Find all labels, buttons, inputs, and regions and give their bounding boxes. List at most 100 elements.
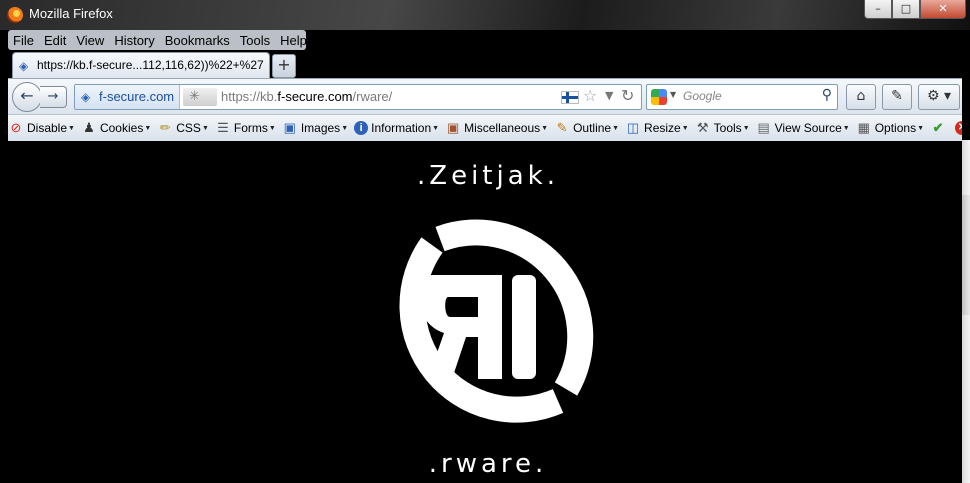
toolbar-label: Information (371, 121, 432, 135)
dropdown-arrow-icon: ▼ (432, 124, 440, 132)
menu-edit[interactable]: Edit (39, 33, 71, 48)
navigation-bar: ← → ◈ f-secure.com ✳ https://kb.f-secure… (8, 78, 962, 115)
toolbar-disable[interactable]: ⊘ Disable ▼ (8, 120, 75, 136)
toolbar-label: Outline (573, 121, 612, 135)
web-developer-toolbar: ⊘ Disable ▼ ♟ Cookies ▼ ✏ CSS ▼ ☰ Forms ▼ ▣ Image… (8, 114, 962, 142)
options-icon: ▦ (857, 120, 870, 135)
menu-help[interactable]: Help (275, 33, 312, 48)
toolbar-label: Images (300, 121, 341, 135)
search-engine-dropdown-icon[interactable]: ▼ (670, 90, 676, 99)
browser-window: Mozilla Firefox – □ ✕ File Edit View His… (0, 0, 970, 483)
finland-flag-icon[interactable] (561, 91, 579, 104)
menu-view[interactable]: View (71, 33, 109, 48)
toolbar-label: View Source (774, 121, 842, 135)
window-controls: – □ ✕ (864, 0, 966, 20)
toolbar-label: Forms (233, 121, 268, 135)
toolbar-label: Tools (713, 121, 742, 135)
bookmark-icon: ✎ (891, 88, 903, 104)
toolbar-view-source[interactable]: ▤ View Source ▼ (756, 120, 849, 136)
shield-icon: ◈ (81, 90, 91, 104)
status-errors[interactable]: ✕ (955, 121, 962, 135)
loading-throbber: ✳ (183, 88, 217, 106)
search-icon[interactable]: ⚲ (822, 87, 832, 103)
reload-icon[interactable]: ↻ (621, 86, 634, 105)
addon-icon: ⚙ ▾ (926, 88, 952, 104)
new-tab-button[interactable]: + (272, 54, 296, 78)
scrollbar-thumb[interactable] (962, 195, 970, 315)
back-arrow-icon: ← (20, 86, 34, 105)
title-bar: Mozilla Firefox – □ ✕ (0, 0, 970, 30)
google-icon[interactable] (651, 89, 667, 105)
toolbar-resize[interactable]: ◫ Resize ▼ (625, 120, 689, 136)
dropdown-arrow-icon: ▼ (541, 124, 549, 132)
rware-logo-icon: RI (399, 219, 594, 436)
toolbar-css[interactable]: ✏ CSS ▼ (157, 120, 209, 136)
toolbar-miscellaneous[interactable]: ▣ Miscellaneous ▼ (445, 120, 548, 136)
logo-letters: RI (487, 434, 489, 436)
minimize-button[interactable]: – (864, 0, 892, 19)
menu-bookmarks[interactable]: Bookmarks (160, 33, 235, 48)
addon-button[interactable]: ⚙ ▾ (918, 84, 960, 110)
close-button[interactable]: ✕ (920, 0, 966, 19)
menu-bar: File Edit View History Bookmarks Tools H… (8, 30, 307, 50)
dropdown-arrow-icon: ▼ (742, 124, 750, 132)
url-dropdown-icon[interactable]: ▼ (605, 89, 613, 102)
firefox-logo-icon (7, 7, 23, 23)
person-icon: ♟ (83, 120, 95, 135)
site-identity-label: f-secure.com (99, 89, 175, 104)
resize-icon: ◫ (626, 120, 640, 135)
url-path: /rware/ (352, 89, 393, 104)
pencil-icon: ✎ (556, 120, 568, 135)
menu-history[interactable]: History (109, 33, 159, 48)
tab-active[interactable]: ◈ https://kb.f-secure...112,116,62))%22+… (12, 52, 270, 79)
tab-title: https://kb.f-secure...112,116,62))%22+%2… (37, 58, 264, 72)
toolbar-label: Options (874, 121, 917, 135)
search-input[interactable]: Google (683, 89, 722, 103)
forward-button[interactable]: → (40, 86, 67, 108)
toolbar-images[interactable]: ▣ Images ▼ (282, 120, 348, 136)
vertical-scrollbar[interactable] (962, 140, 970, 483)
forward-arrow-icon: → (47, 89, 59, 104)
wand-icon: ✏ (159, 120, 171, 135)
toolbar-options[interactable]: ▦ Options ▼ (856, 120, 924, 136)
toolbar-forms[interactable]: ☰ Forms ▼ (215, 120, 276, 136)
search-bar[interactable]: ▼ Google ⚲ (646, 84, 838, 110)
tools-icon: ⚒ (696, 120, 709, 135)
toolbar-tools[interactable]: ⚒ Tools ▼ (695, 120, 750, 136)
toolbar-label: Disable (27, 121, 68, 135)
home-button[interactable]: ⌂ (846, 84, 876, 110)
menu-file[interactable]: File (8, 33, 39, 48)
error-icon: ✕ (955, 121, 962, 135)
url-text[interactable]: https://kb.f-secure.com/rware/ (221, 89, 392, 104)
brand-top-text: .Zeitjak. (417, 161, 559, 191)
url-bar[interactable]: ◈ f-secure.com ✳ https://kb.f-secure.com… (74, 84, 642, 110)
status-valid-css[interactable]: ✔ (930, 120, 949, 136)
back-button[interactable]: ← (12, 82, 42, 112)
tab-strip: ◈ https://kb.f-secure...112,116,62))%22+… (8, 52, 962, 79)
url-domain: f-secure.com (277, 89, 353, 104)
home-icon: ⌂ (856, 88, 866, 104)
no-icon: ⊘ (10, 120, 22, 135)
dropdown-arrow-icon: ▼ (341, 124, 349, 132)
site-identity-button[interactable]: ◈ f-secure.com (75, 85, 180, 109)
dropdown-arrow-icon: ▼ (144, 124, 152, 132)
page-icon: ▤ (757, 120, 770, 135)
dropdown-arrow-icon: ▼ (68, 124, 75, 132)
page-content: .Zeitjak. RI .rware. (8, 141, 962, 483)
bookmark-star-icon[interactable]: ☆ (583, 86, 597, 105)
menu-tools[interactable]: Tools (235, 33, 275, 48)
maximize-button[interactable]: □ (892, 0, 920, 19)
toolbar-label: CSS (176, 121, 201, 135)
dropdown-arrow-icon: ▼ (612, 124, 620, 132)
toolbar-outline[interactable]: ✎ Outline ▼ (554, 120, 619, 136)
info-icon: i (354, 121, 369, 135)
image-icon: ▣ (283, 120, 296, 135)
dropdown-arrow-icon: ▼ (681, 124, 689, 132)
back-forward-group: ← → (12, 82, 68, 112)
url-prefix: https://kb. (221, 89, 278, 104)
bookmark-button[interactable]: ✎ (882, 84, 912, 110)
chest-icon: ▣ (446, 120, 460, 135)
check-icon: ✔ (932, 120, 944, 135)
toolbar-cookies[interactable]: ♟ Cookies ▼ (81, 120, 151, 136)
toolbar-information[interactable]: i Information ▼ (354, 121, 439, 135)
